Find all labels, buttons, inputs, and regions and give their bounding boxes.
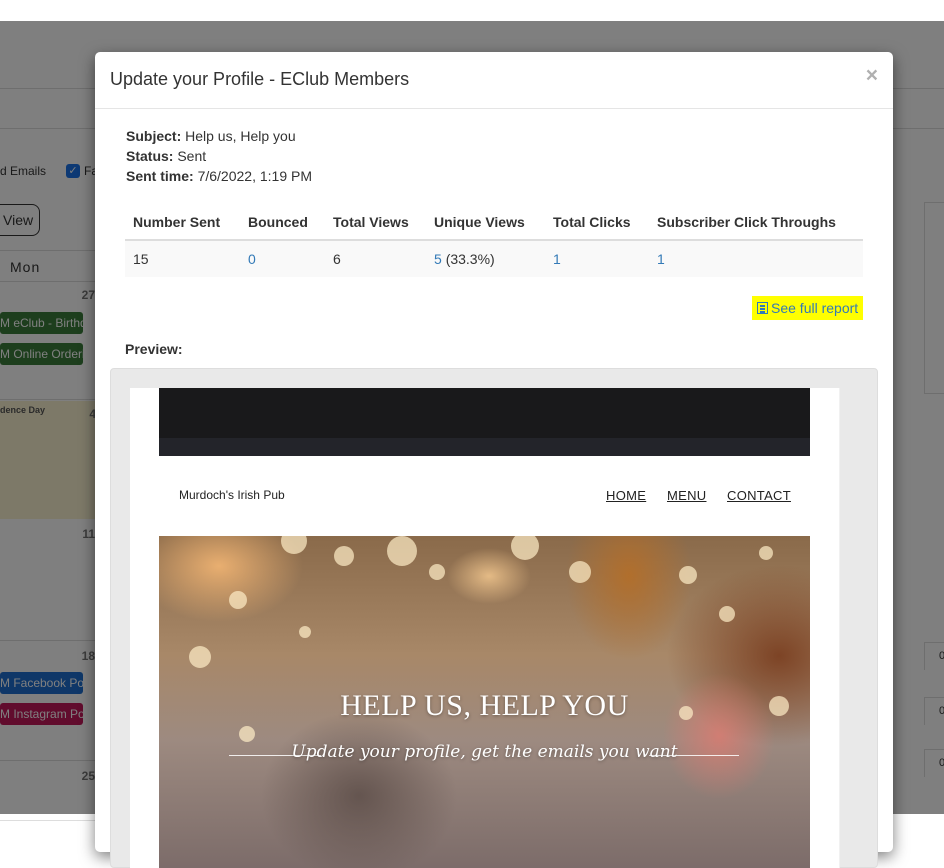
sent-time-value: 7/6/2022, 1:19 PM: [197, 168, 312, 184]
modal-title: Update your Profile - EClub Members: [110, 69, 410, 89]
email-preview-frame: Murdoch's Irish Pub HOME MENU CONTACT HE…: [110, 368, 878, 868]
col-bounced: Bounced: [240, 205, 325, 241]
col-unique-views: Unique Views: [426, 205, 545, 241]
hero-subtitle: Update your profile, get the emails you …: [291, 742, 678, 762]
see-full-report-link[interactable]: See full report: [752, 296, 864, 320]
report-list-icon: [757, 302, 768, 314]
unique-views-link[interactable]: 5: [434, 251, 442, 267]
email-nav-contact[interactable]: CONTACT: [727, 488, 791, 503]
total-clicks-link[interactable]: 1: [545, 239, 649, 277]
modal-header: Update your Profile - EClub Members ×: [95, 52, 893, 109]
campaign-meta: Subject: Help us, Help you Status: Sent …: [126, 126, 312, 186]
col-total-views: Total Views: [325, 205, 426, 241]
email-top-banner: [159, 388, 810, 438]
subject-label: Subject:: [126, 128, 182, 144]
preview-label: Preview:: [125, 341, 183, 357]
full-report-label: See full report: [771, 300, 859, 316]
campaign-report-modal: Update your Profile - EClub Members × Su…: [95, 52, 893, 868]
unique-views-percent: (33.3%): [445, 251, 495, 267]
email-top-strip: [159, 438, 810, 456]
sent-time-label: Sent time:: [126, 168, 194, 184]
subject-value: Help us, Help you: [185, 128, 296, 144]
col-subscriber-click-throughs: Subscriber Click Throughs: [649, 205, 863, 241]
status-row: Status: Sent: [126, 146, 312, 166]
status-label: Status:: [126, 148, 174, 164]
email-logo-text: Murdoch's Irish Pub: [179, 488, 285, 502]
email-hero-image: HELP US, HELP YOU Update your profile, g…: [159, 536, 810, 868]
stats-header-row: Number Sent Bounced Total Views Unique V…: [125, 205, 863, 241]
number-sent-value: 15: [125, 239, 240, 277]
subscriber-click-throughs-link[interactable]: 1: [649, 239, 863, 277]
hero-title: HELP US, HELP YOU: [340, 689, 629, 722]
col-total-clicks: Total Clicks: [545, 205, 649, 241]
close-icon[interactable]: ×: [866, 65, 878, 86]
subject-row: Subject: Help us, Help you: [126, 126, 312, 146]
sent-time-row: Sent time: 7/6/2022, 1:19 PM: [126, 166, 312, 186]
stats-table: Number Sent Bounced Total Views Unique V…: [125, 205, 863, 277]
email-nav-home[interactable]: HOME: [606, 488, 646, 503]
bounced-link[interactable]: 0: [240, 239, 325, 277]
col-number-sent: Number Sent: [125, 205, 240, 241]
email-nav-menu[interactable]: MENU: [667, 488, 706, 503]
preview-scrollbar[interactable]: [839, 388, 840, 868]
total-views-value: 6: [325, 239, 426, 277]
unique-views-cell: 5 (33.3%): [426, 239, 545, 277]
status-value: Sent: [177, 148, 207, 164]
table-row: 15 0 6 5 (33.3%) 1 1: [125, 239, 863, 277]
email-preview-document[interactable]: Murdoch's Irish Pub HOME MENU CONTACT HE…: [130, 388, 840, 868]
